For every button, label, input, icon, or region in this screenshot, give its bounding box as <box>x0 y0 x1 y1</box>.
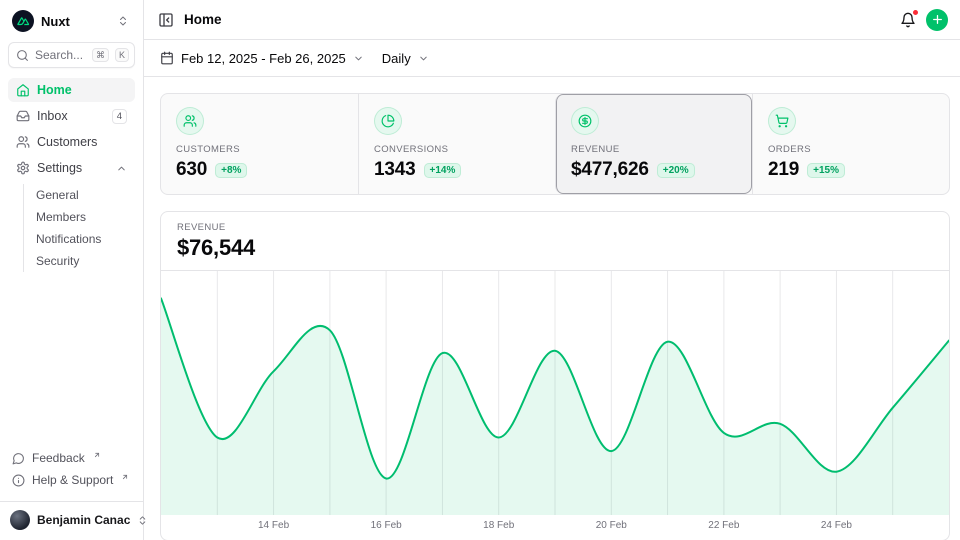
date-range-picker[interactable]: Feb 12, 2025 - Feb 26, 2025 <box>160 51 364 66</box>
cart-icon <box>768 107 796 135</box>
pie-chart-icon <box>374 107 402 135</box>
search-input[interactable] <box>35 48 86 62</box>
filter-toolbar: Feb 12, 2025 - Feb 26, 2025 Daily <box>144 40 960 77</box>
notification-dot <box>912 9 919 16</box>
sidebar-nav: Home Inbox 4 Customers Settings General <box>8 78 135 447</box>
x-tick-label: 24 Feb <box>821 520 852 531</box>
help-support-label: Help & Support <box>32 473 113 487</box>
chevrons-up-down-icon[interactable] <box>115 13 131 29</box>
stat-card-conversions[interactable]: CONVERSIONS 1343 +14% <box>358 94 555 194</box>
revenue-area-chart[interactable] <box>161 271 949 515</box>
help-support-link[interactable]: Help & Support <box>8 469 135 491</box>
kbd-cmd: ⌘ <box>92 48 109 63</box>
chart-current-value: $76,544 <box>177 235 933 261</box>
feedback-label: Feedback <box>32 451 85 465</box>
stat-label: REVENUE <box>571 144 737 155</box>
sidebar-item-notifications[interactable]: Notifications <box>36 228 135 250</box>
stat-delta-badge: +15% <box>807 163 845 178</box>
kbd-k: K <box>115 48 129 63</box>
chevron-down-icon <box>353 53 364 64</box>
plus-icon <box>931 13 944 26</box>
collapse-sidebar-button[interactable] <box>156 10 176 30</box>
chart-header: REVENUE $76,544 <box>161 212 949 271</box>
main-area: Home Feb 12, 2025 - Feb 26, 2025 Daily <box>144 0 960 540</box>
stat-label: ORDERS <box>768 144 934 155</box>
users-icon <box>16 135 30 149</box>
avatar <box>10 510 30 530</box>
panel-left-close-icon <box>158 12 174 28</box>
x-tick-label: 18 Feb <box>483 520 514 531</box>
sidebar: Nuxt ⌘ K Home Inbox 4 Customers <box>0 0 144 540</box>
stat-value: $477,626 <box>571 159 649 181</box>
gear-icon <box>16 161 30 175</box>
user-name: Benjamin Canac <box>37 513 130 527</box>
sidebar-item-label: Customers <box>37 135 127 149</box>
granularity-select[interactable]: Daily <box>382 51 429 66</box>
topbar: Home <box>144 0 960 40</box>
add-button[interactable] <box>926 9 948 31</box>
nuxt-logo-icon <box>12 10 34 32</box>
dollar-circle-icon <box>571 107 599 135</box>
x-tick-label: 22 Feb <box>708 520 739 531</box>
sidebar-item-label: Home <box>37 83 127 97</box>
app-window: Nuxt ⌘ K Home Inbox 4 Customers <box>0 0 960 540</box>
stat-label: CONVERSIONS <box>374 144 540 155</box>
sidebar-item-label: Settings <box>37 161 109 175</box>
search-input-wrap: ⌘ K <box>8 42 135 68</box>
granularity-label: Daily <box>382 51 411 66</box>
workspace-switcher[interactable]: Nuxt <box>8 8 135 34</box>
workspace-name: Nuxt <box>41 14 108 29</box>
sidebar-footer: Feedback Help & Support <box>8 447 135 491</box>
inbox-count-badge: 4 <box>112 109 127 124</box>
chevron-up-icon <box>116 163 127 174</box>
stat-value: 630 <box>176 159 207 181</box>
page-title: Home <box>184 12 222 27</box>
sidebar-item-home[interactable]: Home <box>8 78 135 102</box>
stat-card-orders[interactable]: ORDERS 219 +15% <box>752 94 949 194</box>
sidebar-item-inbox[interactable]: Inbox 4 <box>8 104 135 128</box>
stat-card-customers[interactable]: CUSTOMERS 630 +8% <box>161 94 358 194</box>
user-menu[interactable]: Benjamin Canac <box>0 501 143 532</box>
settings-subnav: General Members Notifications Security <box>23 184 135 272</box>
x-tick-label: 16 Feb <box>371 520 402 531</box>
sidebar-item-members[interactable]: Members <box>36 206 135 228</box>
message-icon <box>12 452 25 465</box>
x-tick-label: 14 Feb <box>258 520 289 531</box>
chevron-down-icon <box>418 53 429 64</box>
stat-delta-badge: +14% <box>424 163 462 178</box>
external-link-icon <box>121 473 129 481</box>
sidebar-item-settings[interactable]: Settings <box>8 156 135 180</box>
notifications-button[interactable] <box>898 10 918 30</box>
inbox-icon <box>16 109 30 123</box>
content: CUSTOMERS 630 +8% CONVERSIONS 1343 +14% <box>144 77 960 540</box>
stat-delta-badge: +20% <box>657 163 695 178</box>
chart-x-axis-labels: 14 Feb 16 Feb 18 Feb 20 Feb 22 Feb 24 Feb <box>161 515 949 537</box>
external-link-icon <box>93 451 101 459</box>
calendar-icon <box>160 51 174 65</box>
home-icon <box>16 83 30 97</box>
stat-value: 219 <box>768 159 799 181</box>
date-range-label: Feb 12, 2025 - Feb 26, 2025 <box>181 51 346 66</box>
stat-delta-badge: +8% <box>215 163 247 178</box>
stat-value: 1343 <box>374 159 416 181</box>
sidebar-item-label: Inbox <box>37 109 105 123</box>
feedback-link[interactable]: Feedback <box>8 447 135 469</box>
stat-card-revenue[interactable]: REVENUE $477,626 +20% <box>555 94 752 194</box>
stat-label: CUSTOMERS <box>176 144 343 155</box>
stats-row: CUSTOMERS 630 +8% CONVERSIONS 1343 +14% <box>160 93 950 195</box>
sidebar-item-customers[interactable]: Customers <box>8 130 135 154</box>
revenue-chart-card: REVENUE $76,544 14 Feb 16 Feb 18 Feb 20 Feb… <box>160 211 950 540</box>
x-tick-label: 20 Feb <box>596 520 627 531</box>
sidebar-item-general[interactable]: General <box>36 184 135 206</box>
search-icon <box>16 49 29 62</box>
sidebar-item-security[interactable]: Security <box>36 250 135 272</box>
users-icon <box>176 107 204 135</box>
chart-title: REVENUE <box>177 222 933 233</box>
info-icon <box>12 474 25 487</box>
